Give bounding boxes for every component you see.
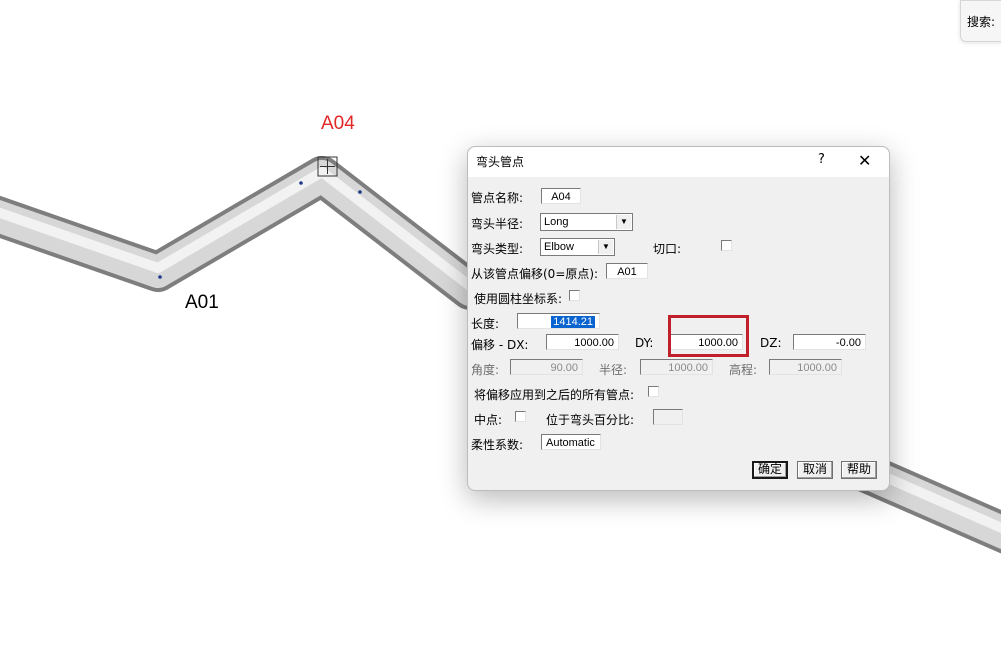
length-value: 1414.21 xyxy=(551,316,595,328)
flex-label: 柔性系数: xyxy=(471,438,524,452)
node-label-a04: A04 xyxy=(321,113,355,134)
bend-type-select[interactable]: Elbow ▼ xyxy=(540,238,615,256)
midpoint-label: 中点: xyxy=(474,413,503,427)
node-name-label: 管点名称: xyxy=(471,191,524,205)
help-icon[interactable]: ? xyxy=(818,152,825,167)
flex-field[interactable]: Automatic xyxy=(541,434,601,450)
bend-radius-label: 弯头半径: xyxy=(471,217,524,231)
dialog-title: 弯头管点 xyxy=(476,155,525,169)
search-label: 搜索: xyxy=(967,15,996,29)
apply-all-label: 将偏移应用到之后的所有管点: xyxy=(474,388,635,402)
midpoint-checkbox[interactable] xyxy=(515,411,526,422)
close-icon[interactable]: ✕ xyxy=(858,151,871,170)
angle-label: 角度: xyxy=(471,363,500,377)
offset-from-label: 从该管点偏移(0=原点): xyxy=(471,267,599,281)
node-label-a01: A01 xyxy=(185,292,219,313)
cut-label: 切口: xyxy=(653,242,682,256)
cancel-button[interactable]: 取消 xyxy=(797,461,833,479)
elevation-label: 高程: xyxy=(729,363,758,377)
dz-label: DZ: xyxy=(760,336,782,350)
length-field[interactable]: 1414.21 xyxy=(517,313,600,329)
offset-from-field[interactable]: A01 xyxy=(606,263,648,279)
radius-label: 半径: xyxy=(599,363,628,377)
highlight-box xyxy=(668,315,749,357)
dy-label: DY: xyxy=(635,336,654,350)
radius-field: 1000.00 xyxy=(640,359,713,375)
help-button[interactable]: 帮助 xyxy=(841,461,877,479)
offset-dx-label: 偏移 - DX: xyxy=(471,338,529,352)
angle-field: 90.00 xyxy=(510,359,583,375)
percent-label: 位于弯头百分比: xyxy=(546,413,635,427)
bend-radius-value: Long xyxy=(544,216,569,228)
bend-type-label: 弯头类型: xyxy=(471,242,524,256)
chevron-down-icon[interactable]: ▼ xyxy=(598,240,613,254)
dialog-titlebar[interactable]: 弯头管点 ? ✕ xyxy=(468,147,889,177)
cylindrical-label: 使用圆柱坐标系: xyxy=(474,292,563,306)
chevron-down-icon[interactable]: ▼ xyxy=(616,215,631,229)
dx-field[interactable]: 1000.00 xyxy=(546,334,619,350)
dz-field[interactable]: -0.00 xyxy=(793,334,866,350)
percent-field xyxy=(653,409,683,425)
ok-button[interactable]: 确定 xyxy=(752,461,788,479)
bend-type-value: Elbow xyxy=(544,241,574,253)
elevation-field: 1000.00 xyxy=(769,359,842,375)
cut-checkbox[interactable] xyxy=(721,240,732,251)
search-panel[interactable]: 搜索: xyxy=(960,0,1001,42)
node-name-field[interactable]: A04 xyxy=(541,188,581,204)
cylindrical-checkbox[interactable] xyxy=(569,290,580,301)
length-label: 长度: xyxy=(471,317,500,331)
apply-all-checkbox[interactable] xyxy=(648,386,659,397)
bend-radius-select[interactable]: Long ▼ xyxy=(540,213,633,231)
